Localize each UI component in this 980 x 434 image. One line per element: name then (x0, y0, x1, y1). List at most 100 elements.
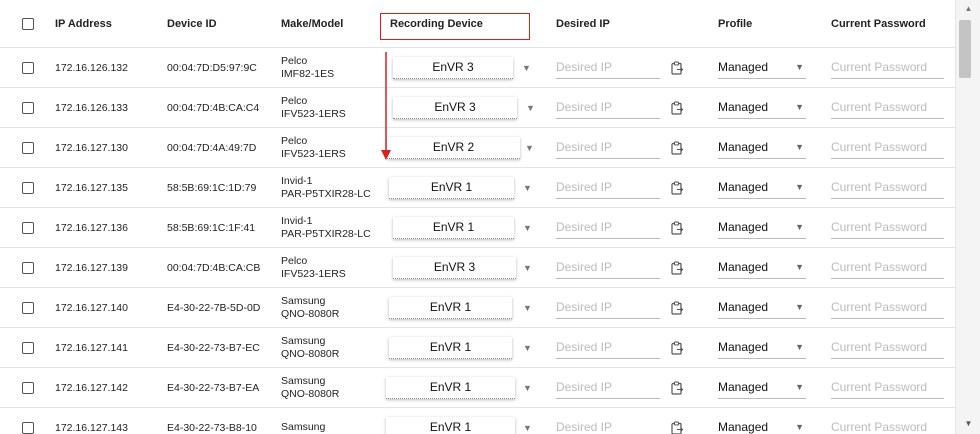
caret-down-icon[interactable]: ▼ (795, 342, 804, 352)
profile-select[interactable]: Managed ▼ (718, 177, 806, 199)
caret-down-icon[interactable]: ▼ (525, 143, 534, 153)
header-ip-address[interactable]: IP Address (55, 0, 112, 47)
recording-device-select[interactable]: EnVR 1 (386, 416, 515, 434)
desired-ip-input[interactable]: Desired IP (556, 257, 660, 279)
caret-down-icon[interactable]: ▼ (523, 423, 532, 433)
row-checkbox-cell[interactable] (22, 168, 34, 207)
row-checkbox-cell[interactable] (22, 408, 34, 434)
clipboard-paste-icon[interactable] (670, 140, 684, 155)
profile-select[interactable]: Managed ▼ (718, 337, 806, 359)
row-checkbox[interactable] (22, 301, 34, 314)
recording-device-select[interactable]: EnVR 1 (386, 376, 515, 399)
table-row[interactable]: 172.16.127.136 58:5B:69:1C:1F:41 Invid-1… (0, 208, 955, 248)
profile-select[interactable]: Managed ▼ (718, 297, 806, 319)
desired-ip-input[interactable]: Desired IP (556, 337, 660, 359)
recording-device-select[interactable]: EnVR 3 (393, 256, 516, 279)
profile-select[interactable]: Managed ▼ (718, 377, 806, 399)
clipboard-paste-icon[interactable] (670, 60, 684, 75)
row-checkbox[interactable] (22, 101, 34, 114)
profile-select[interactable]: Managed ▼ (718, 217, 806, 239)
header-device-id[interactable]: Device ID (167, 0, 217, 47)
row-checkbox[interactable] (22, 141, 34, 154)
caret-down-icon[interactable]: ▼ (795, 102, 804, 112)
table-row[interactable]: 172.16.127.143 E4-30-22-73-B8-10 Samsung… (0, 408, 955, 434)
current-password-input[interactable]: Current Password (831, 217, 944, 239)
profile-select[interactable]: Managed ▼ (718, 137, 806, 159)
desired-ip-input[interactable]: Desired IP (556, 377, 660, 399)
recording-device-select[interactable]: EnVR 3 (393, 56, 513, 79)
clipboard-paste-icon[interactable] (670, 100, 684, 115)
row-checkbox-cell[interactable] (22, 368, 34, 407)
row-checkbox[interactable] (22, 61, 34, 74)
profile-select[interactable]: Managed ▼ (718, 417, 806, 434)
row-checkbox-cell[interactable] (22, 88, 34, 127)
desired-ip-input[interactable]: Desired IP (556, 177, 660, 199)
caret-down-icon[interactable]: ▼ (795, 62, 804, 72)
profile-select[interactable]: Managed ▼ (718, 97, 806, 119)
scroll-thumb[interactable] (959, 20, 971, 78)
clipboard-paste-icon[interactable] (670, 380, 684, 395)
row-checkbox-cell[interactable] (22, 128, 34, 167)
desired-ip-input[interactable]: Desired IP (556, 217, 660, 239)
row-checkbox[interactable] (22, 421, 34, 434)
desired-ip-input[interactable]: Desired IP (556, 97, 660, 119)
caret-down-icon[interactable]: ▼ (523, 183, 532, 193)
profile-select[interactable]: Managed ▼ (718, 257, 806, 279)
scroll-up-icon[interactable]: ▲ (956, 4, 980, 13)
caret-down-icon[interactable]: ▼ (522, 63, 531, 73)
row-checkbox-cell[interactable] (22, 328, 34, 367)
desired-ip-input[interactable]: Desired IP (556, 137, 660, 159)
table-row[interactable]: 172.16.127.142 E4-30-22-73-B7-EA Samsung… (0, 368, 955, 408)
clipboard-paste-icon[interactable] (670, 220, 684, 235)
clipboard-paste-icon[interactable] (670, 420, 684, 434)
caret-down-icon[interactable]: ▼ (523, 223, 532, 233)
caret-down-icon[interactable]: ▼ (795, 182, 804, 192)
caret-down-icon[interactable]: ▼ (523, 263, 532, 273)
select-all-checkbox[interactable] (22, 17, 34, 30)
row-checkbox-cell[interactable] (22, 48, 34, 87)
caret-down-icon[interactable]: ▼ (526, 103, 535, 113)
caret-down-icon[interactable]: ▼ (523, 383, 532, 393)
table-row[interactable]: 172.16.127.141 E4-30-22-73-B7-EC Samsung… (0, 328, 955, 368)
row-checkbox[interactable] (22, 381, 34, 394)
table-row[interactable]: 172.16.127.139 00:04:7D:4B:CA:CB Pelco I… (0, 248, 955, 288)
table-row[interactable]: 172.16.127.130 00:04:7D:4A:49:7D Pelco I… (0, 128, 955, 168)
header-current-password[interactable]: Current Password (831, 0, 926, 47)
caret-down-icon[interactable]: ▼ (523, 303, 532, 313)
recording-device-select[interactable]: EnVR 1 (389, 336, 512, 359)
current-password-input[interactable]: Current Password (831, 297, 944, 319)
vertical-scrollbar[interactable]: ▲ ▼ (955, 0, 980, 434)
current-password-input[interactable]: Current Password (831, 377, 944, 399)
current-password-input[interactable]: Current Password (831, 177, 944, 199)
caret-down-icon[interactable]: ▼ (795, 222, 804, 232)
clipboard-paste-icon[interactable] (670, 300, 684, 315)
desired-ip-input[interactable]: Desired IP (556, 57, 660, 79)
recording-device-select[interactable]: EnVR 1 (389, 176, 514, 199)
recording-device-select[interactable]: EnVR 1 (393, 216, 514, 239)
row-checkbox-cell[interactable] (22, 208, 34, 247)
row-checkbox[interactable] (22, 341, 34, 354)
table-row[interactable]: 172.16.126.132 00:04:7D:D5:97:9C Pelco I… (0, 48, 955, 88)
recording-device-select[interactable]: EnVR 3 (393, 96, 517, 119)
current-password-input[interactable]: Current Password (831, 417, 944, 434)
row-checkbox-cell[interactable] (22, 288, 34, 327)
caret-down-icon[interactable]: ▼ (795, 142, 804, 152)
caret-down-icon[interactable]: ▼ (523, 343, 532, 353)
profile-select[interactable]: Managed ▼ (718, 57, 806, 79)
caret-down-icon[interactable]: ▼ (795, 262, 804, 272)
desired-ip-input[interactable]: Desired IP (556, 297, 660, 319)
current-password-input[interactable]: Current Password (831, 257, 944, 279)
row-checkbox-cell[interactable] (22, 248, 34, 287)
current-password-input[interactable]: Current Password (831, 337, 944, 359)
row-checkbox[interactable] (22, 221, 34, 234)
current-password-input[interactable]: Current Password (831, 97, 944, 119)
row-checkbox[interactable] (22, 181, 34, 194)
recording-device-select[interactable]: EnVR 2 (387, 136, 520, 159)
row-checkbox[interactable] (22, 261, 34, 274)
caret-down-icon[interactable]: ▼ (795, 302, 804, 312)
clipboard-paste-icon[interactable] (670, 260, 684, 275)
desired-ip-input[interactable]: Desired IP (556, 417, 660, 434)
recording-device-select[interactable]: EnVR 1 (389, 296, 512, 319)
table-row[interactable]: 172.16.126.133 00:04:7D:4B:CA:C4 Pelco I… (0, 88, 955, 128)
table-row[interactable]: 172.16.127.140 E4-30-22-7B-5D-0D Samsung… (0, 288, 955, 328)
